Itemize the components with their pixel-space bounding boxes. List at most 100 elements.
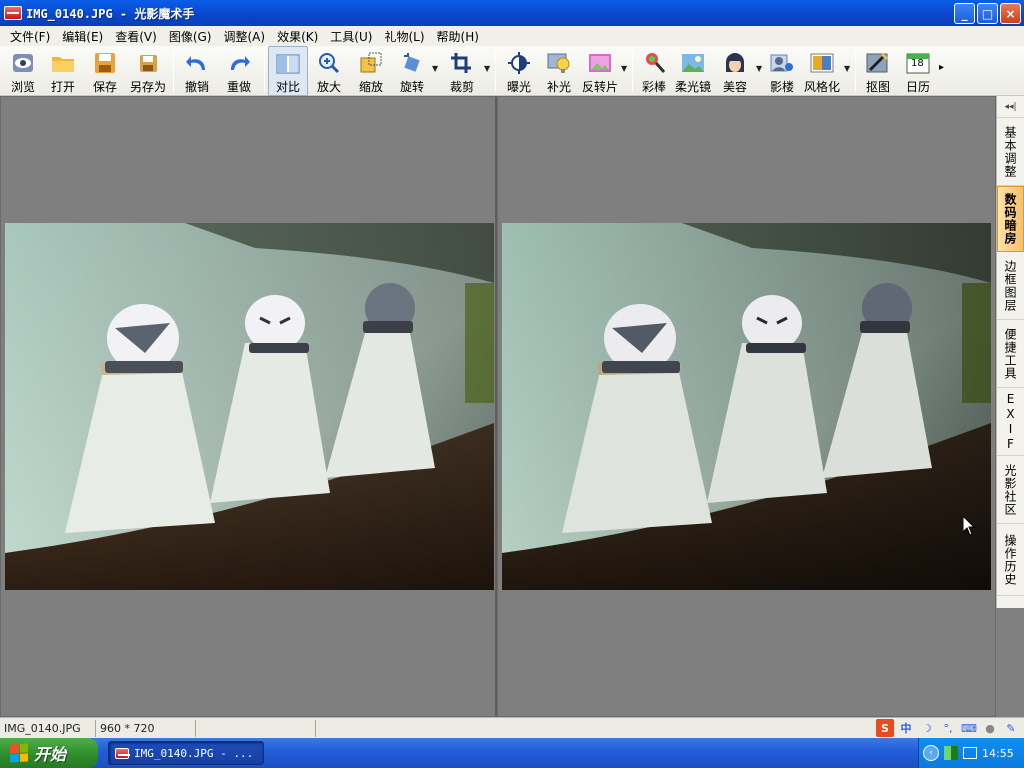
tab-history[interactable]: 操作历史 [997, 524, 1024, 596]
redo-arrow-icon [226, 50, 252, 76]
status-dimensions: 960 * 720 [96, 719, 196, 737]
tab-frame-layers[interactable]: 边框图层 [997, 252, 1024, 320]
title-bar[interactable]: IMG_0140.JPG - 光影魔术手 _ □ × [0, 0, 1024, 26]
minimize-button[interactable]: _ [954, 3, 975, 24]
app-window: IMG_0140.JPG - 光影魔术手 _ □ × 文件(F) 编辑(E) 查… [0, 0, 1024, 768]
toolbar-separator [855, 50, 856, 92]
status-filename: IMG_0140.JPG [0, 719, 96, 737]
app-logo-icon [4, 6, 22, 20]
sogou-s-icon[interactable]: S [876, 719, 894, 737]
tab-community[interactable]: 光影社区 [997, 456, 1024, 524]
studio-portrait-icon [769, 50, 795, 76]
menu-gifts[interactable]: 礼物(L) [378, 28, 430, 45]
beauty-button[interactable]: 美容 [714, 46, 756, 96]
toolbar-more-icon[interactable]: ▸ [939, 46, 949, 73]
stylize-dropdown-icon[interactable]: ▼ [844, 46, 852, 73]
undo-button[interactable]: 撤销 [177, 46, 217, 96]
rotate-button[interactable]: 旋转 [392, 46, 432, 96]
reversal-dropdown-icon[interactable]: ▼ [621, 46, 629, 73]
stylize-icon [809, 50, 835, 76]
clock: 14:55 [982, 746, 1014, 760]
soft-focus-button[interactable]: 柔光镜 [672, 46, 714, 96]
menu-adjust[interactable]: 调整(A) [217, 28, 271, 45]
toolbar-separator [264, 50, 265, 92]
stylize-button[interactable]: 风格化 [800, 46, 844, 96]
menu-bar: 文件(F) 编辑(E) 查看(V) 图像(G) 调整(A) 效果(K) 工具(U… [0, 26, 1024, 46]
studio-button[interactable]: 影楼 [764, 46, 800, 96]
keyboard-icon[interactable]: ⌨ [960, 719, 978, 737]
app-logo-icon [115, 747, 130, 759]
mouse-cursor-icon [963, 516, 975, 536]
menu-tools[interactable]: 工具(U) [324, 28, 378, 45]
maximize-button[interactable]: □ [977, 3, 998, 24]
menu-edit[interactable]: 编辑(E) [56, 28, 109, 45]
exposure-button[interactable]: 曝光 [499, 46, 539, 96]
moon-icon[interactable]: ☽ [918, 719, 936, 737]
beauty-dropdown-icon[interactable]: ▼ [756, 46, 764, 73]
ime-chinese-toggle[interactable]: 中 [897, 719, 915, 737]
exposure-sun-icon [506, 50, 532, 76]
tab-basic-adjust[interactable]: 基本调整 [997, 118, 1024, 186]
side-panel: ◂◂| 基本调整 数码暗房 边框图层 便捷工具 EXIF 光影社区 操作历史 [996, 96, 1024, 608]
browse-button[interactable]: 浏览 [4, 46, 42, 96]
zoom-in-button[interactable]: 放大 [308, 46, 350, 96]
tab-quick-tools[interactable]: 便捷工具 [997, 320, 1024, 388]
original-photo [5, 223, 494, 590]
wrench-icon[interactable]: ✎ [1002, 719, 1020, 737]
compare-button[interactable]: 对比 [268, 46, 308, 96]
punctuation-icon[interactable]: °, [939, 719, 957, 737]
open-button[interactable]: 打开 [42, 46, 84, 96]
close-button[interactable]: × [1000, 3, 1021, 24]
redo-button[interactable]: 重做 [217, 46, 261, 96]
menu-file[interactable]: 文件(F) [4, 28, 56, 45]
magnifier-plus-icon [316, 50, 342, 76]
compare-split-icon [275, 51, 301, 76]
crop-icon [449, 50, 475, 76]
undo-arrow-icon [184, 50, 210, 76]
crop-dropdown-icon[interactable]: ▼ [484, 46, 492, 73]
taskbar-app-button[interactable]: IMG_0140.JPG - ... [108, 741, 264, 765]
windows-flag-icon [10, 743, 28, 763]
menu-effects[interactable]: 效果(K) [271, 28, 324, 45]
menu-view[interactable]: 查看(V) [109, 28, 163, 45]
tab-digital-darkroom[interactable]: 数码暗房 [997, 186, 1024, 252]
original-image-pane[interactable] [0, 96, 497, 717]
menu-image[interactable]: 图像(G) [163, 28, 218, 45]
start-button[interactable]: 开始 [0, 738, 98, 768]
network-monitor-icon[interactable] [963, 747, 977, 759]
tab-exif[interactable]: EXIF [997, 388, 1024, 456]
cutout-button[interactable]: 抠图 [859, 46, 897, 96]
system-tray: ‹ 14:55 [918, 738, 1024, 768]
folder-icon [50, 50, 76, 76]
menu-help[interactable]: 帮助(H) [431, 28, 485, 45]
crop-button[interactable]: 裁剪 [440, 46, 484, 96]
taskbar-app-label: IMG_0140.JPG - ... [134, 746, 254, 760]
save-as-button[interactable]: 另存为 [126, 46, 170, 96]
status-empty [196, 719, 316, 737]
tray-expand-icon[interactable]: ‹ [923, 745, 939, 761]
calendar-button[interactable]: 18 日历 [897, 46, 939, 96]
toolbar-separator [495, 50, 496, 92]
ime-toolbar: S 中 ☽ °, ⌨ ● ✎ [876, 719, 1020, 737]
soft-focus-icon [680, 50, 706, 76]
rotate-icon [399, 50, 425, 76]
resize-button[interactable]: 缩放 [350, 46, 392, 96]
save-button[interactable]: 保存 [84, 46, 126, 96]
image-workspace [0, 96, 996, 717]
collapse-panel-button[interactable]: ◂◂| [997, 96, 1024, 118]
color-pen-button[interactable]: 彩棒 [636, 46, 672, 96]
window-controls: _ □ × [954, 3, 1021, 24]
processed-image-pane[interactable] [497, 96, 996, 717]
user-icon[interactable]: ● [981, 719, 999, 737]
window-title: IMG_0140.JPG - 光影魔术手 [26, 6, 195, 21]
floppy-disk-icon [92, 50, 118, 76]
toolbar-separator [632, 50, 633, 92]
rotate-dropdown-icon[interactable]: ▼ [432, 46, 440, 73]
processed-photo [502, 223, 991, 590]
reversal-film-icon [587, 50, 613, 76]
fill-light-button[interactable]: 补光 [539, 46, 579, 96]
toolbar: 浏览 打开 保存 另存为 撤销 重做 对比 放大 缩放 旋转 ▼ 裁剪 ▼ 曝光… [0, 46, 1024, 96]
status-bar: IMG_0140.JPG 960 * 720 S 中 ☽ °, ⌨ ● ✎ [0, 717, 1024, 738]
network-signal-icon[interactable] [944, 746, 958, 760]
reversal-film-button[interactable]: 反转片 [579, 46, 621, 96]
